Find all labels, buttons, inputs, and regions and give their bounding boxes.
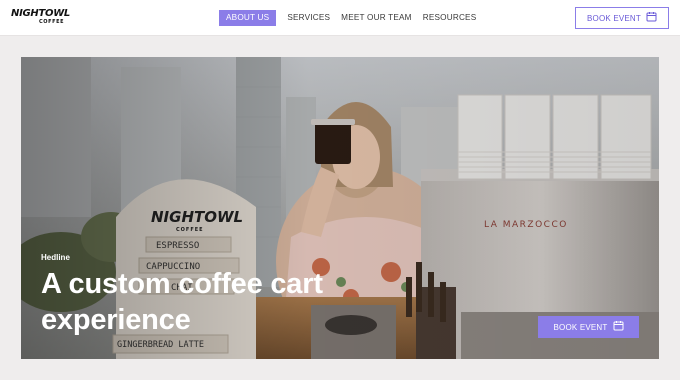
hero-headline: A custom coffee cart experience: [41, 268, 323, 336]
nav-item-meet-our-team[interactable]: MEET OUR TEAM: [341, 10, 412, 26]
hero-book-event-label: BOOK EVENT: [553, 322, 608, 332]
hero-book-event-button[interactable]: BOOK EVENT: [538, 316, 639, 338]
logo-subtext: COFFEE: [39, 19, 65, 25]
main-nav: ABOUT US SERVICES MEET OUR TEAM RESOURCE…: [219, 10, 487, 26]
hero-eyebrow: Hedline: [41, 253, 70, 262]
calendar-icon: [646, 9, 657, 27]
header-book-event-button[interactable]: BOOK EVENT: [575, 7, 669, 29]
nightowl-logo[interactable]: NIGHTOWL COFFEE: [11, 9, 73, 27]
header-book-event-label: BOOK EVENT: [586, 13, 641, 23]
calendar-icon: [613, 318, 624, 336]
hero-banner: LA MARZOCCO NIGHTOWL COFFEE ESPRESSO CAP…: [21, 57, 659, 359]
nav-item-resources[interactable]: RESOURCES: [423, 10, 477, 26]
nav-item-about-us[interactable]: ABOUT US: [219, 10, 277, 26]
logo-wordmark: NIGHTOWL: [11, 8, 70, 19]
site-header: NIGHTOWL COFFEE ABOUT US SERVICES MEET O…: [0, 0, 680, 36]
nav-item-services[interactable]: SERVICES: [287, 10, 330, 26]
